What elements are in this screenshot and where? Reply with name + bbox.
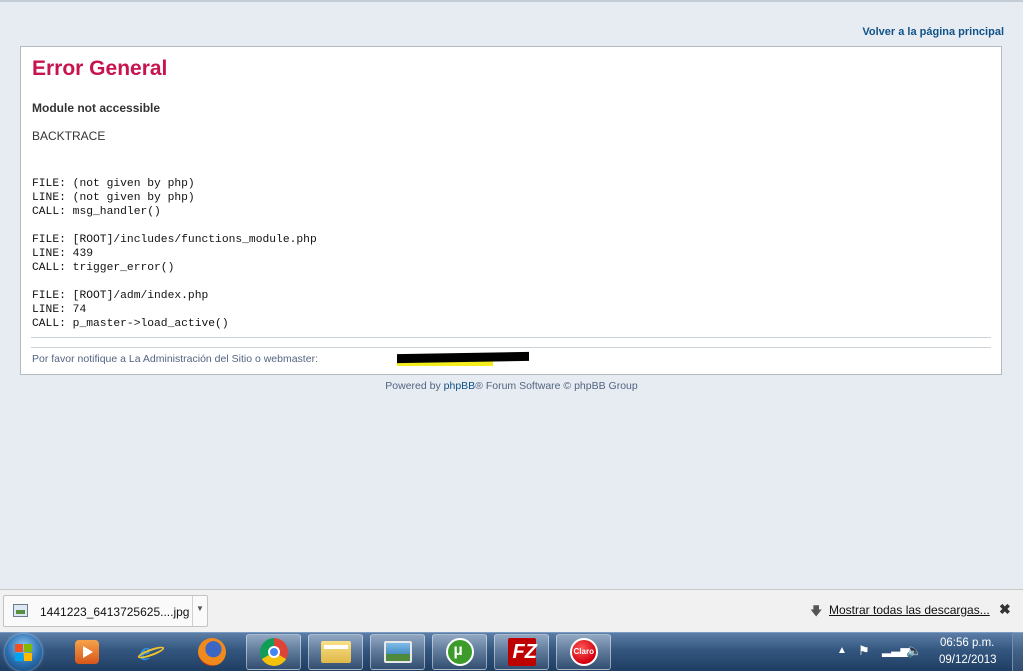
trace-call: CALL: msg_handler() (32, 206, 161, 218)
divider (31, 347, 991, 348)
trace-file: FILE: [ROOT]/includes/functions_module.p… (32, 234, 317, 246)
trace-line-number: LINE: 74 (32, 304, 87, 316)
internet-explorer-icon: e (136, 638, 165, 666)
chrome-icon (259, 638, 288, 666)
show-all-downloads-link[interactable]: Mostrar todas las descargas... (829, 603, 990, 617)
trace-call: CALL: p_master->load_active() (32, 318, 229, 330)
trace-line-number: LINE: (not given by php) (32, 192, 195, 204)
download-file-name: 1441223_6413725625....jpg (40, 605, 190, 619)
start-button[interactable] (5, 634, 42, 671)
browser-top-border (0, 0, 1023, 2)
folder-icon (320, 641, 351, 663)
utorrent-icon: µ (445, 638, 474, 666)
redaction-bar (397, 351, 529, 364)
image-file-icon (13, 604, 28, 617)
clock-time[interactable]: 06:56 p.m. (940, 637, 994, 649)
redacted-email (397, 351, 529, 366)
chrome-taskbar-button[interactable] (246, 634, 301, 670)
claro-icon: Claro (569, 638, 598, 666)
trace-line-number: LINE: 439 (32, 248, 94, 260)
dropdown-arrow-icon[interactable]: ▼ (192, 596, 207, 626)
return-home-link[interactable]: Volver a la página principal (862, 26, 1004, 38)
powered-prefix: Powered by (385, 380, 444, 392)
download-item[interactable]: 1441223_6413725625....jpg ▼ (3, 595, 208, 627)
utorrent-taskbar-button[interactable]: µ (432, 634, 487, 670)
error-title: Error General (32, 57, 168, 80)
powered-suffix: ® Forum Software © phpBB Group (475, 380, 638, 392)
firefox-taskbar-button[interactable] (184, 634, 239, 670)
divider (31, 337, 991, 338)
photo-viewer-taskbar-button[interactable] (370, 634, 425, 670)
internet-explorer-taskbar-button[interactable]: e (123, 634, 178, 670)
firefox-icon (197, 638, 226, 666)
show-hidden-icons-arrow-icon[interactable]: ▲ (837, 645, 847, 656)
clock-date[interactable]: 09/12/2013 (939, 654, 997, 666)
trace-entry: FILE: [ROOT]/includes/functions_module.p… (32, 233, 317, 275)
windows-explorer-taskbar-button[interactable] (308, 634, 363, 670)
trace-call: CALL: trigger_error() (32, 262, 175, 274)
filezilla-icon: FZ (507, 638, 537, 666)
show-desktop-button[interactable] (1012, 632, 1023, 671)
error-message: Module not accessible (32, 101, 161, 115)
media-player-icon (74, 640, 99, 664)
filezilla-taskbar-button[interactable]: FZ (494, 634, 549, 670)
volume-icon[interactable]: 🔈 (906, 643, 922, 659)
trace-entry: FILE: (not given by php) LINE: (not give… (32, 177, 317, 219)
download-arrow-icon: 🡇 (810, 604, 823, 618)
close-download-bar-icon[interactable]: ✖ (999, 601, 1011, 618)
media-player-taskbar-button[interactable] (59, 634, 114, 670)
phpbb-link[interactable]: phpBB (444, 380, 476, 392)
notify-webmaster-text: Por favor notifique a La Administración … (32, 353, 318, 365)
trace-file: FILE: (not given by php) (32, 178, 195, 190)
backtrace-label: BACKTRACE (32, 129, 106, 143)
claro-taskbar-button[interactable]: Claro (556, 634, 611, 670)
windows-logo-icon (15, 644, 32, 661)
backtrace-output: FILE: (not given by php) LINE: (not give… (32, 177, 317, 345)
error-panel: Error General Module not accessible BACK… (20, 46, 1002, 375)
action-center-flag-icon[interactable]: ⚑ (858, 643, 870, 659)
powered-by-footer: Powered by phpBB® Forum Software © phpBB… (0, 380, 1023, 392)
photo-viewer-icon (383, 641, 412, 663)
trace-entry: FILE: [ROOT]/adm/index.php LINE: 74 CALL… (32, 289, 317, 331)
trace-file: FILE: [ROOT]/adm/index.php (32, 290, 209, 302)
